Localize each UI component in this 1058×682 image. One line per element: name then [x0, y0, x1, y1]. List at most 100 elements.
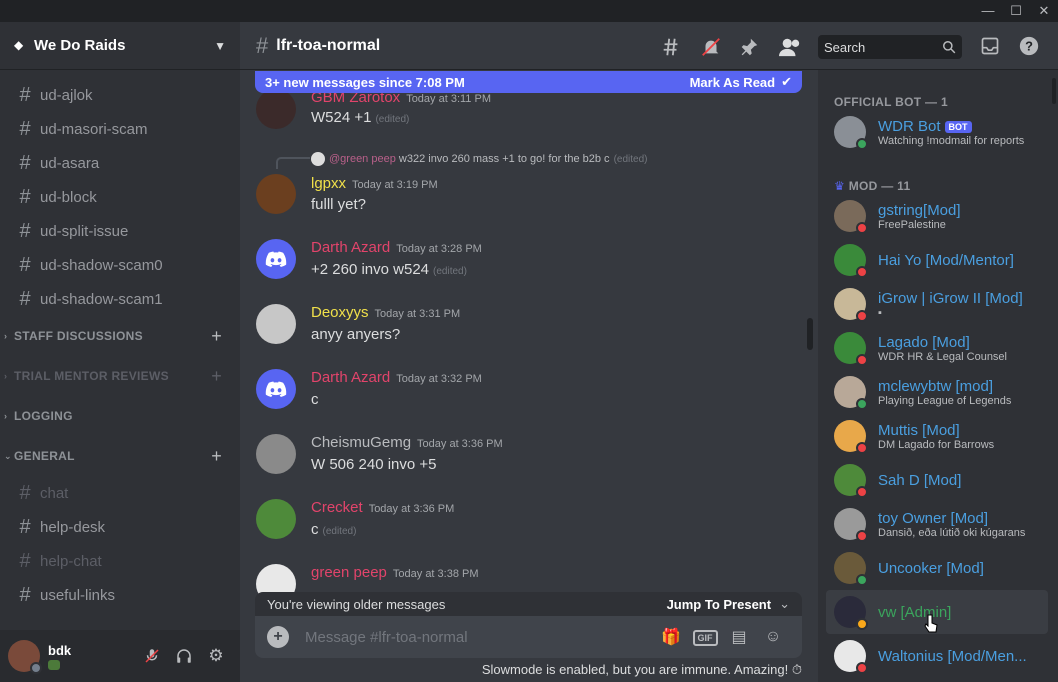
search-input[interactable]: Search [818, 35, 962, 59]
channel-item[interactable]: # ud-split-issue [0, 214, 240, 248]
avatar [834, 596, 868, 630]
chevron-right-icon: › [4, 411, 8, 421]
sticker-icon[interactable]: ▤ [722, 627, 756, 647]
avatar[interactable] [8, 640, 42, 674]
member-item[interactable]: Waltonius [Mod/Men... [826, 634, 1048, 678]
category-staff-discussions[interactable]: › STAFF DISCUSSIONS + [0, 316, 240, 356]
avatar[interactable] [256, 89, 296, 129]
avatar[interactable] [256, 499, 296, 539]
hash-icon: # [19, 219, 31, 242]
avatar[interactable] [256, 239, 296, 279]
message-author[interactable]: Crecket [311, 499, 363, 516]
message-author[interactable]: lgpxx [311, 175, 346, 192]
message-content: c [311, 391, 319, 408]
message-author[interactable]: Darth Azard [311, 239, 390, 256]
message-timestamp: Today at 3:19 PM [352, 179, 438, 191]
member-item[interactable]: Hai Yo [Mod/Mentor] [826, 238, 1048, 282]
hash-icon: # [19, 253, 31, 276]
hash-icon: # [19, 481, 31, 504]
pin-icon[interactable] [738, 36, 760, 58]
member-item[interactable]: Uncooker [Mod] [826, 546, 1048, 590]
avatar[interactable] [256, 369, 296, 409]
avatar [834, 288, 868, 322]
new-messages-text: 3+ new messages since 7:08 PM [265, 74, 465, 90]
channel-item[interactable]: # ud-shadow-scam0 [0, 248, 240, 282]
gear-icon[interactable]: ⚙ [200, 640, 232, 672]
member-item[interactable]: mclewybtw [mod] Playing League of Legends [826, 370, 1048, 414]
member-item[interactable]: Muttis [Mod] DM Lagado for Barrows [826, 414, 1048, 458]
avatar[interactable] [256, 434, 296, 474]
message-author[interactable]: Deoxyys [311, 304, 369, 321]
channel-item[interactable]: # ud-ajlok [0, 78, 240, 112]
add-channel-icon[interactable]: + [211, 326, 222, 347]
gift-icon[interactable]: 🎁 [654, 627, 688, 647]
threads-icon[interactable] [660, 36, 682, 58]
member-item[interactable]: WDR Bot BOT Watching !modmail for reports [826, 110, 1048, 154]
reply-mention[interactable]: @green peep [329, 153, 396, 165]
avatar[interactable] [256, 304, 296, 344]
help-icon[interactable]: ? [1018, 35, 1040, 57]
channel-item[interactable]: # help-desk [0, 510, 240, 544]
member-name: Sah D [Mod] [878, 471, 962, 489]
channel-item[interactable]: # useful-links [0, 578, 240, 612]
member-name: mclewybtw [mod] [878, 377, 994, 395]
message-scrollbar[interactable] [807, 318, 813, 350]
mute-microphone-icon[interactable] [136, 640, 168, 672]
category-trial-mentor-reviews[interactable]: › TRIAL MENTOR REVIEWS + [0, 356, 240, 396]
category-general[interactable]: ⌄ GENERAL + [0, 436, 240, 476]
member-name: WDR Bot [878, 117, 941, 135]
message-input[interactable] [305, 628, 654, 646]
new-messages-bar[interactable]: 3+ new messages since 7:08 PM Mark As Re… [255, 71, 802, 93]
add-channel-icon[interactable]: + [211, 446, 222, 467]
channel-item[interactable]: # ud-masori-scam [0, 112, 240, 146]
chevron-down-icon[interactable]: ▼ [214, 39, 226, 53]
channel-item[interactable]: # help-chat [0, 544, 240, 578]
jump-to-present-button[interactable]: Jump To Present [667, 597, 772, 612]
channel-item[interactable]: # chat [0, 476, 240, 510]
member-status-text: Watching !modmail for reports [878, 134, 1025, 147]
guild-header[interactable]: ◆ We Do Raids ▼ [0, 22, 240, 70]
message-timestamp: Today at 3:28 PM [396, 243, 482, 255]
message-author[interactable]: green peep [311, 564, 387, 581]
category-logging[interactable]: › LOGGING [0, 396, 240, 436]
message-timestamp: Today at 3:32 PM [396, 373, 482, 385]
emoji-icon[interactable]: ☺ [756, 628, 790, 646]
avatar [834, 332, 868, 366]
member-item[interactable]: Lagado [Mod] WDR HR & Legal Counsel [826, 326, 1048, 370]
mark-as-read-button[interactable]: Mark As Read [690, 75, 776, 90]
notification-bell-muted-icon[interactable] [700, 36, 722, 58]
member-list-scrollbar[interactable] [1052, 78, 1056, 104]
mark-read-icon: ✔ [781, 74, 792, 89]
channel-item[interactable]: # ud-asara [0, 146, 240, 180]
avatar[interactable] [256, 174, 296, 214]
add-channel-icon[interactable]: + [211, 366, 222, 387]
member-item[interactable]: Sah D [Mod] [826, 458, 1048, 502]
older-messages-text: You're viewing older messages [267, 596, 446, 612]
status-indicator [856, 354, 868, 366]
headphones-icon[interactable] [168, 640, 200, 672]
svg-text:?: ? [1025, 39, 1033, 54]
members-list-icon[interactable] [778, 36, 802, 58]
maximize-button[interactable]: ☐ [1002, 0, 1030, 22]
gif-button[interactable]: GIF [688, 628, 722, 646]
member-status-emoji: ▪ [878, 306, 882, 319]
bot-badge: BOT [944, 120, 972, 133]
channel-item[interactable]: # ud-shadow-scam1 [0, 282, 240, 316]
minimize-button[interactable]: — [974, 0, 1002, 22]
chevron-down-icon: ⌄ [779, 596, 790, 611]
avatar [834, 244, 868, 278]
chat-area: # lfr-toa-normal GBM Zarotox Today at 3:1… [240, 22, 818, 682]
edited-label: (edited) [613, 153, 648, 165]
message-content: anyy anyers? [311, 326, 401, 343]
message-author[interactable]: Darth Azard [311, 369, 390, 386]
upload-button[interactable]: + [267, 626, 289, 648]
message-timestamp: Today at 3:11 PM [406, 93, 491, 105]
member-item[interactable]: toy Owner [Mod] Dansið, eða lútið oki kúg… [826, 502, 1048, 546]
member-item[interactable]: gstring[Mod] FreePalestine [826, 194, 1048, 238]
close-button[interactable]: ✕ [1030, 0, 1058, 22]
member-item[interactable]: vw [Admin] [826, 590, 1048, 634]
message-author[interactable]: CheismuGemg [311, 434, 411, 451]
member-item[interactable]: iGrow | iGrow II [Mod] ▪ [826, 282, 1048, 326]
channel-item[interactable]: # ud-block [0, 180, 240, 214]
inbox-icon[interactable] [980, 36, 1000, 56]
